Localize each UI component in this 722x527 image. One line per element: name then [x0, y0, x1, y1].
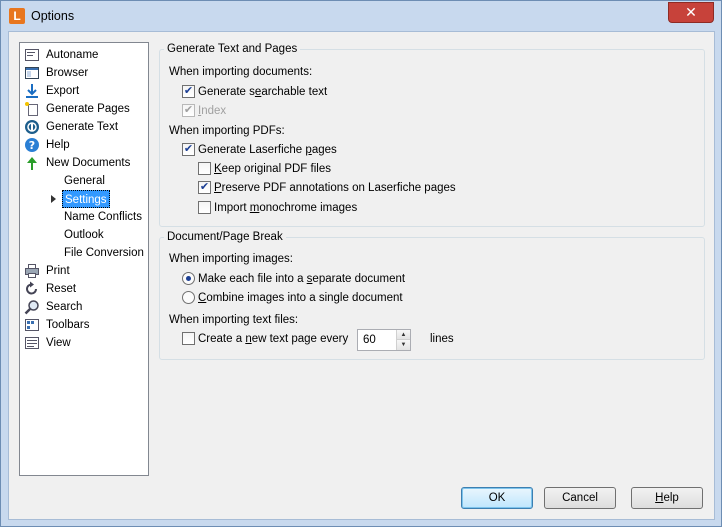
- tree-item-label: Generate Text: [46, 121, 119, 133]
- importing-documents-label: When importing documents:: [169, 66, 313, 78]
- separate-document-radio[interactable]: [182, 272, 195, 285]
- tree-item-settings[interactable]: Settings: [62, 190, 110, 208]
- tree-item-label: Export: [46, 85, 80, 97]
- lines-per-page-spinner[interactable]: 60 ▲ ▼: [357, 329, 411, 351]
- spin-up-icon[interactable]: ▲: [397, 330, 410, 340]
- dialog-client-area: Autoname Browser Export Generate Pages G…: [8, 31, 715, 520]
- options-dialog: L Options ✕ Autoname Browser Export Gene…: [0, 0, 722, 527]
- cancel-button[interactable]: Cancel: [544, 487, 616, 509]
- tree-item-search[interactable]: Search: [24, 298, 84, 316]
- tree-item-label: Search: [46, 301, 83, 313]
- tree-item-generate-text[interactable]: Generate Text: [24, 118, 120, 136]
- radio-dot: [186, 276, 191, 281]
- close-button[interactable]: ✕: [668, 2, 714, 23]
- tree-item-print[interactable]: Print: [24, 262, 72, 280]
- keep-original-pdf-checkbox[interactable]: [198, 162, 211, 175]
- tree-item-label: General: [64, 175, 105, 187]
- tree-item-name-conflicts[interactable]: Name Conflicts: [62, 208, 144, 226]
- window-title: Options: [31, 9, 75, 23]
- keep-original-pdf-label[interactable]: Keep original PDF files: [214, 162, 331, 176]
- tree-item-export[interactable]: Export: [24, 82, 81, 100]
- tree-item-label: New Documents: [46, 157, 131, 169]
- tree-item-label: Print: [46, 265, 70, 277]
- reset-icon: [26, 281, 37, 295]
- export-icon: [26, 84, 38, 98]
- importing-images-label: When importing images:: [169, 253, 293, 265]
- generate-text-icon: [25, 120, 39, 134]
- tree-item-label: Browser: [46, 67, 89, 79]
- tree-item-view[interactable]: View: [24, 334, 73, 352]
- tree-item-general[interactable]: General: [62, 172, 107, 190]
- spinner-buttons: ▲ ▼: [396, 330, 410, 350]
- tree-item-label: View: [46, 337, 71, 349]
- help-button[interactable]: Help: [631, 487, 703, 509]
- svg-text:?: ?: [29, 139, 35, 152]
- lines-label: lines: [430, 333, 454, 345]
- import-monochrome-checkbox[interactable]: [198, 201, 211, 214]
- import-monochrome-label[interactable]: Import monochrome images: [214, 201, 357, 215]
- separate-document-label[interactable]: Make each file into a separate document: [198, 272, 405, 286]
- tree-item-label: Generate Pages: [46, 103, 130, 115]
- tree-item-outlook[interactable]: Outlook: [62, 226, 106, 244]
- help-icon: ?: [25, 138, 39, 152]
- group-title: Document/Page Break: [164, 230, 286, 244]
- generate-text-pages-group: Generate Text and Pages When importing d…: [159, 42, 705, 227]
- spin-down-icon[interactable]: ▼: [397, 340, 410, 350]
- options-tree[interactable]: Autoname Browser Export Generate Pages G…: [19, 42, 149, 476]
- laserfiche-app-icon: L: [9, 8, 25, 24]
- preserve-pdf-annotations-label[interactable]: Preserve PDF annotations on Laserfiche p…: [214, 181, 456, 195]
- new-documents-icon: [27, 157, 37, 170]
- tree-item-generate-pages[interactable]: Generate Pages: [24, 100, 132, 118]
- tree-item-label: Help: [46, 139, 70, 151]
- tree-item-toolbars[interactable]: Toolbars: [24, 316, 91, 334]
- view-icon: [25, 337, 39, 349]
- group-title: Generate Text and Pages: [164, 42, 301, 56]
- title-bar[interactable]: L Options ✕: [1, 1, 721, 31]
- tree-item-help[interactable]: ? Help: [24, 136, 72, 154]
- generate-searchable-text-checkbox[interactable]: ✔: [182, 85, 195, 98]
- print-icon: [25, 264, 39, 278]
- lines-per-page-value[interactable]: 60: [363, 334, 376, 346]
- tree-item-label: Toolbars: [46, 319, 90, 331]
- new-text-page-checkbox[interactable]: [182, 332, 195, 345]
- tree-item-autoname[interactable]: Autoname: [24, 46, 100, 64]
- tree-item-label: Autoname: [46, 49, 99, 61]
- index-label[interactable]: Index: [198, 104, 226, 118]
- document-page-break-group: Document/Page Break When importing image…: [159, 230, 705, 360]
- generate-searchable-text-label[interactable]: Generate searchable text: [198, 85, 327, 99]
- generate-pages-icon: [25, 102, 38, 116]
- tree-item-browser[interactable]: Browser: [24, 64, 90, 82]
- new-text-page-label[interactable]: Create a new text page every: [198, 332, 348, 346]
- toolbars-icon: [25, 319, 39, 331]
- ok-button[interactable]: OK: [461, 487, 533, 509]
- index-checkbox[interactable]: ✔: [182, 104, 195, 117]
- combine-images-label[interactable]: Combine images into a single document: [198, 291, 403, 305]
- tree-item-label: Name Conflicts: [64, 211, 142, 223]
- browser-icon: [25, 67, 39, 79]
- tree-item-label: Reset: [46, 283, 77, 295]
- generate-laserfiche-pages-label[interactable]: Generate Laserfiche pages: [198, 143, 337, 157]
- tree-item-new-documents[interactable]: New Documents: [24, 154, 132, 172]
- autoname-icon: [25, 49, 39, 61]
- expand-arrow-icon[interactable]: [51, 195, 56, 203]
- tree-item-label: Settings: [65, 194, 107, 206]
- tree-item-label: File Conversion: [64, 247, 144, 259]
- combine-images-radio[interactable]: [182, 291, 195, 304]
- tree-item-reset[interactable]: Reset: [24, 280, 78, 298]
- preserve-pdf-annotations-checkbox[interactable]: ✔: [198, 181, 211, 194]
- tree-item-label: Outlook: [64, 229, 104, 241]
- importing-text-files-label: When importing text files:: [169, 314, 299, 326]
- importing-pdfs-label: When importing PDFs:: [169, 125, 285, 137]
- generate-laserfiche-pages-checkbox[interactable]: ✔: [182, 143, 195, 156]
- tree-item-file-conversion[interactable]: File Conversion: [62, 244, 146, 262]
- search-icon: [24, 300, 39, 315]
